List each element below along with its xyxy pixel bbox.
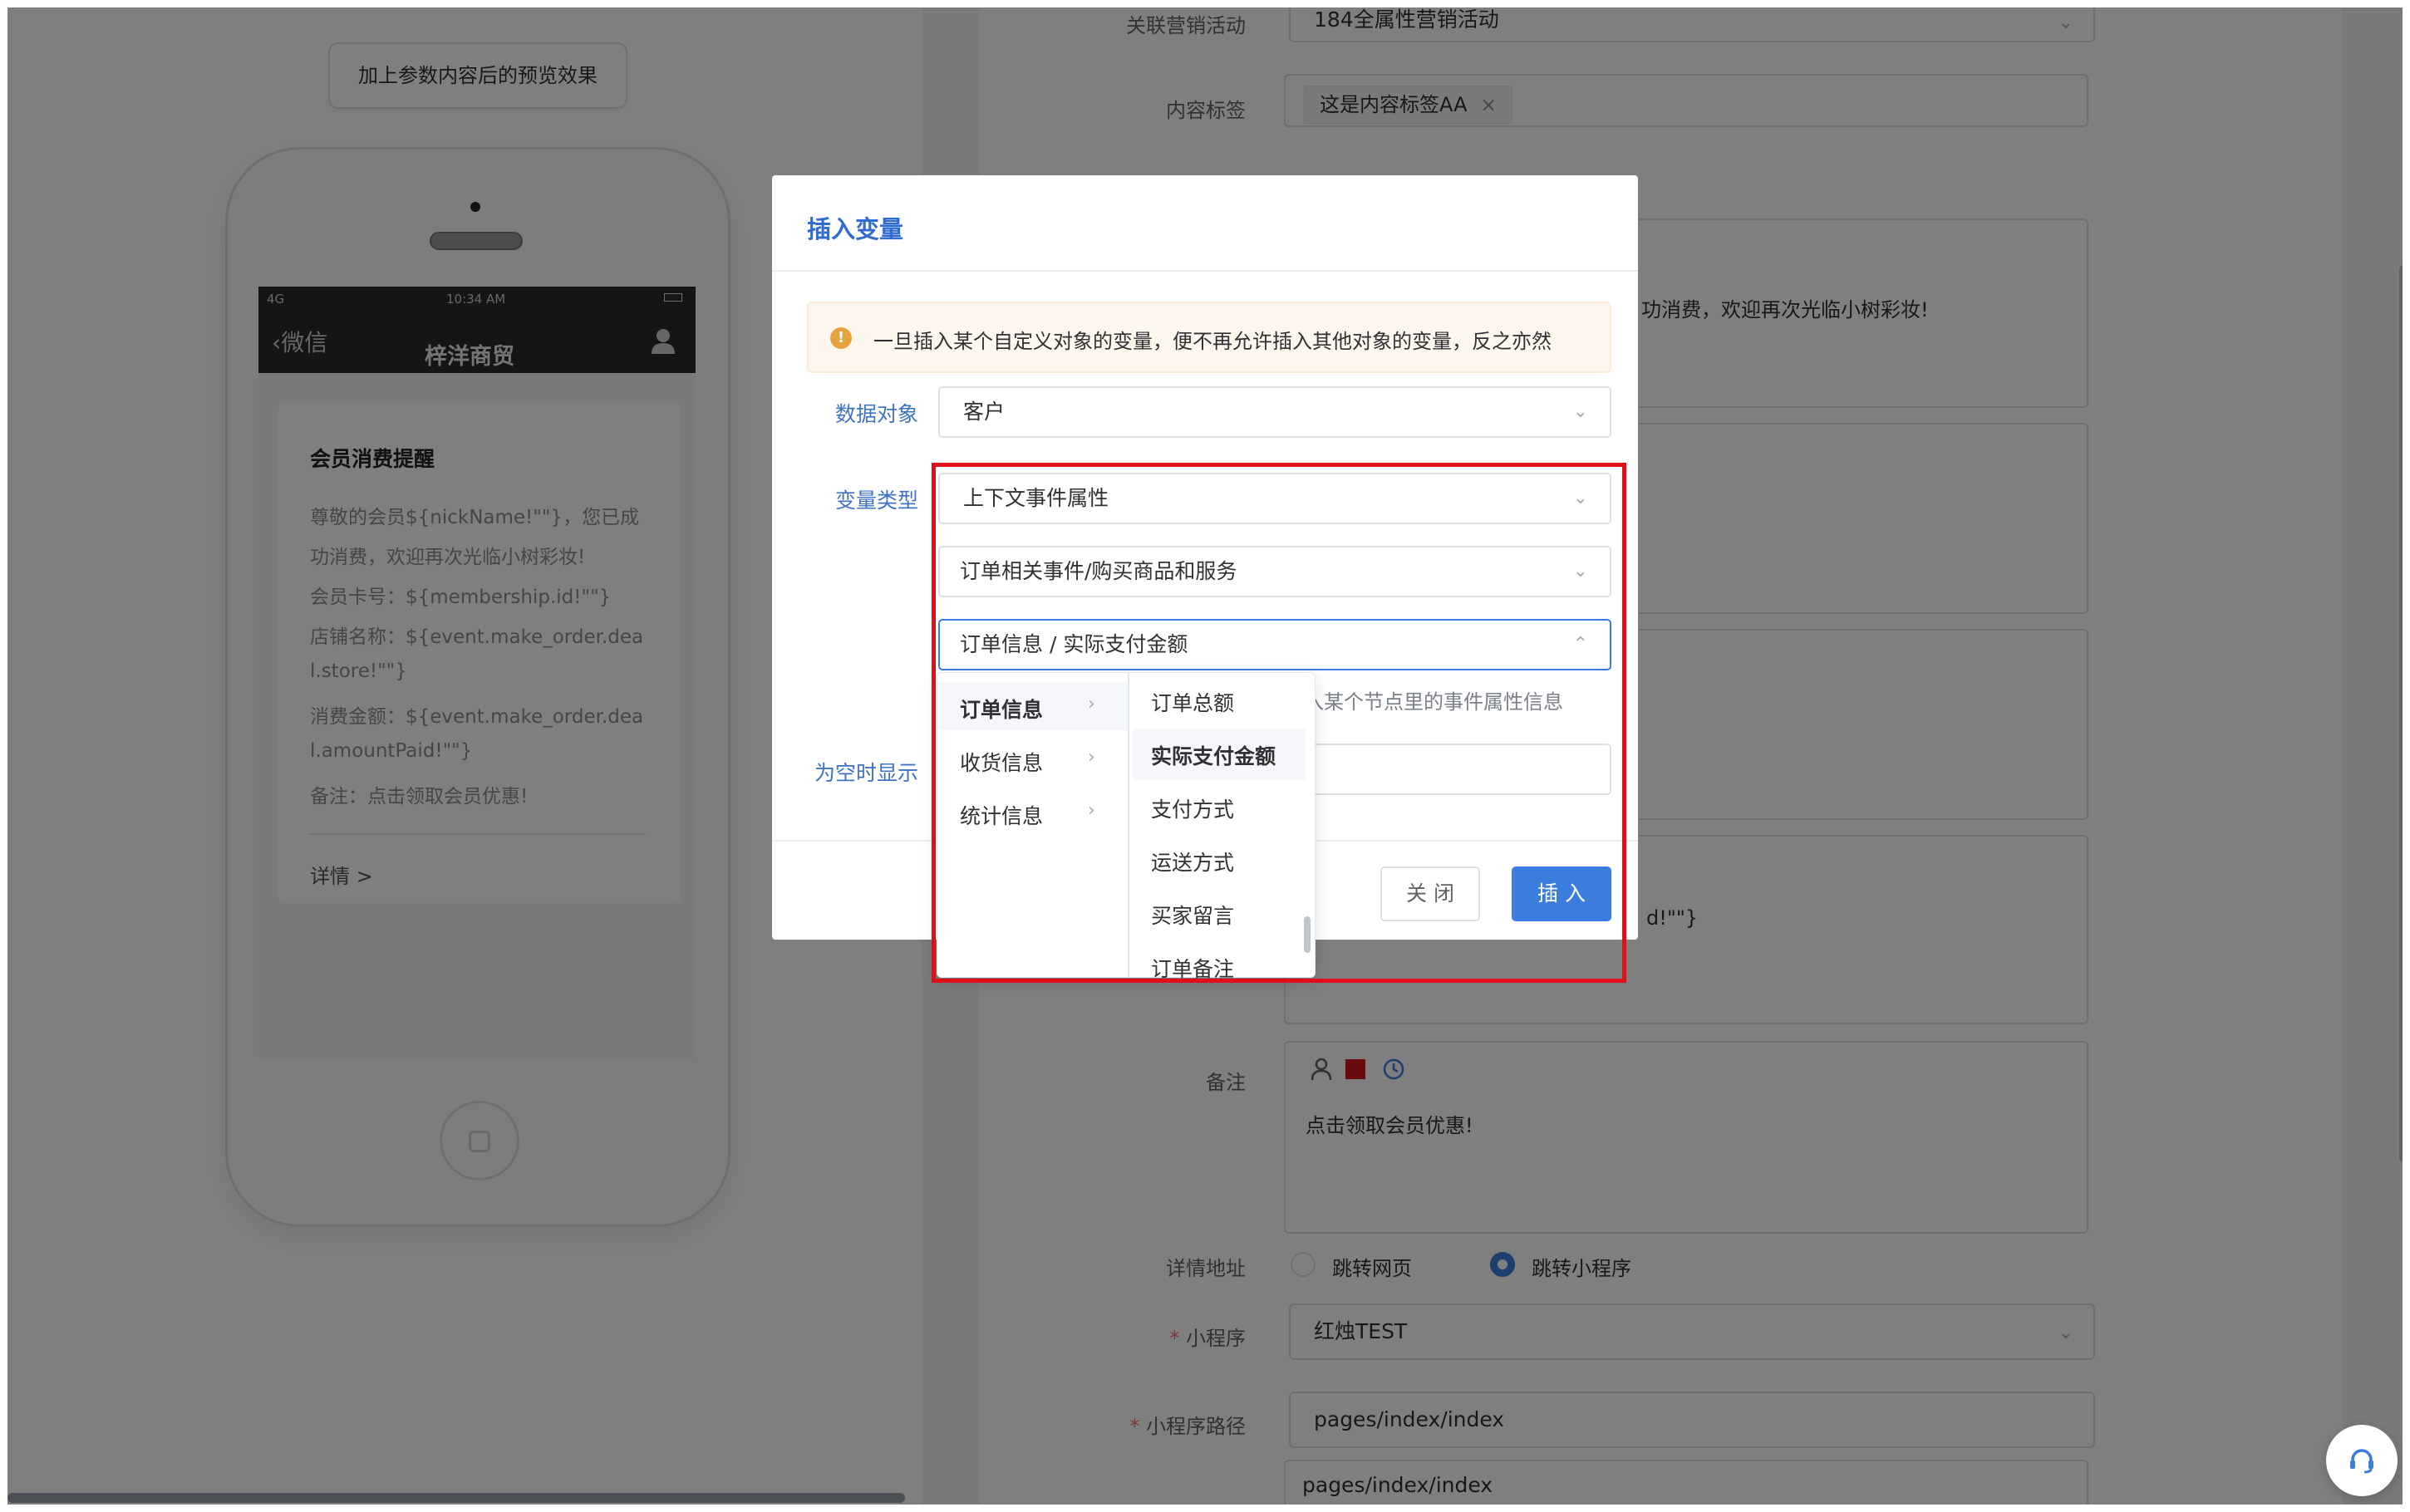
highlight-box (932, 463, 1626, 983)
warning-icon: ! (830, 327, 852, 349)
data-object-label: 数据对象 (834, 402, 918, 426)
dialog-title: 插入变量 (807, 215, 904, 243)
data-object-value: 客户 (963, 400, 1006, 424)
app-frame: 加上参数内容后的预览效果 4G 10:34 AM ‹微信 梓洋商贸 会员消费提醒… (7, 7, 2403, 1505)
alert-text: 一旦插入某个自定义对象的变量，便不再允许插入其他对象的变量，反之亦然 (873, 330, 1552, 353)
var-type-label: 变量类型 (834, 488, 918, 513)
data-object-select[interactable]: 客户 ⌄ (938, 386, 1611, 438)
help-button[interactable] (2326, 1425, 2398, 1496)
chevron-down-icon: ⌄ (1572, 401, 1588, 422)
empty-display-label: 为空时显示 (814, 761, 918, 785)
headset-icon (2350, 1449, 2373, 1474)
